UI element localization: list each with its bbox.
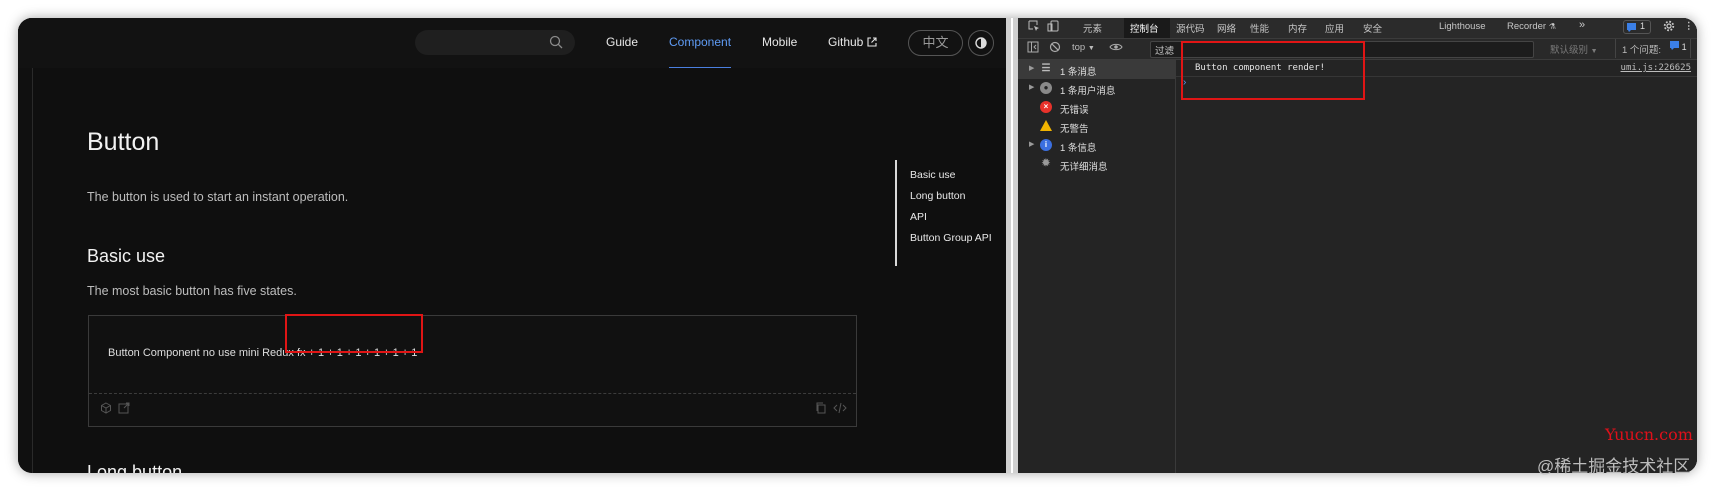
docs-site: Guide Component Mobile Github 中文 Button … — [18, 18, 1007, 473]
toc-item-long-button[interactable]: Long button — [910, 190, 965, 202]
bug-icon: ✹ — [1041, 158, 1051, 169]
sidebar-item-label: 1 条用户消息 — [1060, 86, 1116, 97]
more-tabs-icon[interactable]: » — [1579, 19, 1585, 31]
settings-gear-icon[interactable] — [1663, 20, 1675, 35]
section-title-long-button: Long button — [87, 462, 183, 473]
sidebar-item-label: 无错误 — [1060, 105, 1089, 116]
live-expression-eye-icon[interactable] — [1109, 41, 1123, 56]
open-external-icon[interactable] — [118, 402, 130, 417]
tab-memory[interactable]: 内存 — [1288, 21, 1307, 35]
demo-box: Button Component no use mini Redux fx + … — [88, 315, 857, 427]
issues-badge[interactable]: 1 — [1623, 20, 1651, 34]
chat-icon — [1627, 23, 1636, 32]
watermark-juejin: @稀土掘金技术社区 — [1537, 457, 1691, 476]
tab-sources[interactable]: 源代码 — [1176, 21, 1205, 35]
sidebar-item-label: 无详细消息 — [1060, 162, 1108, 173]
error-icon: × — [1040, 101, 1052, 113]
external-link-icon — [867, 37, 877, 47]
sidebar-item-label: 1 条消息 — [1060, 67, 1097, 78]
copy-code-icon[interactable] — [815, 402, 827, 417]
clear-console-icon[interactable] — [1049, 41, 1061, 56]
expand-arrow-icon: ▶ — [1029, 141, 1035, 148]
demo-divider — [89, 393, 856, 394]
expand-arrow-icon: ▶ — [1029, 65, 1035, 72]
watermark-yuucn: Yuucn.com — [1605, 425, 1693, 444]
search-icon — [549, 35, 563, 54]
flask-icon: ⚗ — [1548, 22, 1556, 31]
kebab-menu-icon[interactable]: ⋮ — [1684, 21, 1694, 32]
toc-item-button-group-api[interactable]: Button Group API — [910, 232, 992, 244]
devtools-tabbar: 元素 控制台 源代码 网络 性能 内存 应用 安全 Lighthouse Rec… — [1018, 18, 1697, 39]
filter-input-value: 过滤 — [1155, 46, 1175, 57]
issues-badge-count: 1 — [1640, 21, 1646, 31]
theme-toggle-button[interactable] — [968, 30, 994, 56]
log-level-dropdown[interactable]: 默认级别 ▼ — [1550, 42, 1598, 56]
issues-counter-label[interactable]: 1 个问题: — [1622, 42, 1661, 56]
user-icon: ● — [1040, 82, 1052, 94]
section-title-basic-use: Basic use — [87, 246, 166, 266]
sidebar-item-label: 无警告 — [1060, 124, 1089, 135]
nav-link-github-label: Github — [828, 35, 864, 49]
table-of-contents: Basic use Long button API Button Group A… — [895, 160, 992, 266]
sidebar-item-warnings[interactable]: 无警告 — [1018, 117, 1175, 136]
tab-security[interactable]: 安全 — [1363, 21, 1382, 35]
browser-window: Guide Component Mobile Github 中文 Button … — [18, 18, 1697, 473]
toolbar-divider — [1615, 39, 1616, 58]
toolbar-divider — [1690, 39, 1691, 58]
section-desc-basic-use: The most basic button has five states. — [87, 284, 297, 298]
dropdown-caret-icon: ▼ — [1087, 45, 1095, 52]
context-selector-label: top — [1072, 42, 1086, 53]
page-title: Button — [87, 128, 160, 156]
dropdown-caret-icon: ▼ — [1590, 48, 1598, 55]
splitter-line — [1011, 18, 1013, 473]
sidebar-item-user-messages[interactable]: ▶ ● 1 条用户消息 — [1018, 79, 1175, 98]
show-code-icon[interactable] — [833, 402, 847, 417]
tab-recorder-label: Recorder — [1507, 21, 1547, 32]
device-toolbar-icon[interactable] — [1047, 20, 1059, 35]
console-message-source-link[interactable]: umi.js:226625 — [1621, 63, 1691, 73]
sidebar-item-info[interactable]: ▶ i 1 条信息 — [1018, 136, 1175, 155]
issues-counter-button[interactable]: 1 — [1670, 41, 1687, 53]
page-intro: The button is used to start an instant o… — [87, 190, 349, 204]
nav-link-guide[interactable]: Guide — [606, 35, 638, 49]
nav-link-github[interactable]: Github — [828, 35, 877, 49]
nav-link-component[interactable]: Component — [669, 35, 731, 49]
tab-elements[interactable]: 元素 — [1083, 21, 1102, 35]
doc-content: Button The button is used to start an in… — [32, 68, 1007, 473]
toc-item-basic-use[interactable]: Basic use — [910, 169, 956, 181]
tab-recorder[interactable]: Recorder ⚗ — [1507, 21, 1556, 32]
search-input[interactable] — [415, 30, 575, 55]
expand-arrow-icon: ▶ — [1029, 84, 1035, 91]
chat-icon — [1670, 41, 1679, 50]
sidebar-item-messages[interactable]: ▶ ☰ 1 条消息 — [1018, 60, 1175, 79]
list-icon: ☰ — [1041, 63, 1051, 74]
inspect-element-icon[interactable] — [1028, 20, 1040, 35]
sidebar-item-label: 1 条信息 — [1060, 143, 1097, 154]
sidebar-item-errors[interactable]: × 无错误 — [1018, 98, 1175, 117]
tab-console[interactable]: 控制台 — [1130, 21, 1159, 35]
language-switch-button[interactable]: 中文 — [908, 30, 963, 56]
console-output: Button component render! umi.js:226625 › — [1176, 60, 1697, 473]
info-icon: i — [1040, 139, 1052, 151]
tab-performance[interactable]: 性能 — [1250, 21, 1269, 35]
highlight-box-console — [1181, 41, 1365, 100]
warning-icon — [1040, 120, 1052, 131]
panel-splitter[interactable] — [1006, 18, 1018, 473]
sidebar-item-verbose[interactable]: ✹ 无详细消息 — [1018, 155, 1175, 174]
log-level-label: 默认级别 — [1550, 45, 1589, 56]
tab-network[interactable]: 网络 — [1217, 21, 1236, 35]
codesandbox-icon[interactable] — [100, 402, 112, 417]
sidebar-toggle-icon[interactable] — [1027, 41, 1039, 56]
context-selector[interactable]: top ▼ — [1072, 42, 1095, 53]
nav-link-mobile[interactable]: Mobile — [762, 35, 797, 49]
highlight-box-demo — [285, 314, 423, 353]
issues-counter-count: 1 — [1681, 42, 1687, 52]
theme-icon — [975, 37, 987, 49]
tab-application[interactable]: 应用 — [1325, 21, 1344, 35]
devtools-panel: 元素 控制台 源代码 网络 性能 内存 应用 安全 Lighthouse Rec… — [1018, 18, 1697, 473]
tab-lighthouse[interactable]: Lighthouse — [1439, 21, 1485, 32]
toc-item-api[interactable]: API — [910, 211, 927, 223]
site-header: Guide Component Mobile Github 中文 — [18, 18, 1006, 69]
console-sidebar: ▶ ☰ 1 条消息 ▶ ● 1 条用户消息 × 无错误 无警告 ▶ i 1 条信… — [1018, 60, 1176, 473]
